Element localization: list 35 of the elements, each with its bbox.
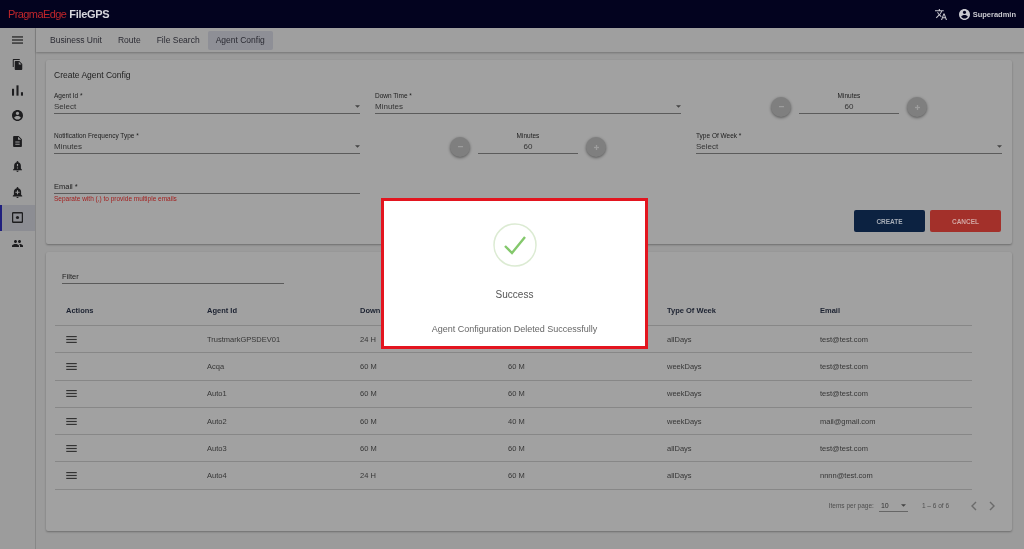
- dialog-message: Agent Configuration Deleted Successfully: [431, 323, 598, 335]
- tab[interactable]: Route: [109, 30, 149, 50]
- menu-icon[interactable]: [66, 335, 77, 343]
- check-circle-icon: [492, 223, 537, 267]
- dialog-title: Success: [495, 289, 534, 301]
- translate-icon[interactable]: [934, 8, 947, 20]
- plus-icon: [593, 144, 599, 150]
- menu-icon[interactable]: [66, 362, 77, 370]
- caret-icon: [676, 105, 681, 108]
- nav-item[interactable]: [0, 205, 35, 231]
- menu-icon[interactable]: [66, 444, 77, 452]
- tab[interactable]: File Search: [148, 30, 208, 50]
- caret-icon: [355, 105, 360, 108]
- people-icon: [12, 237, 23, 249]
- app-logo: PragmaEdge FileGPS: [8, 8, 110, 20]
- tab[interactable]: Agent Config: [207, 30, 273, 50]
- tab[interactable]: Business Unit: [42, 30, 110, 50]
- menu-icon[interactable]: [66, 417, 77, 425]
- caret-icon: [355, 145, 360, 148]
- menu-icon[interactable]: [66, 390, 77, 398]
- caret-icon: [997, 145, 1002, 148]
- documents-icon: [12, 59, 23, 71]
- menu-icon[interactable]: [66, 472, 77, 480]
- menu-icon[interactable]: [12, 36, 23, 44]
- bar-chart-icon: [12, 84, 23, 96]
- bell-alert-icon: [12, 161, 23, 173]
- account-icon: [958, 8, 970, 20]
- document-icon: [12, 135, 23, 147]
- chevron-right-icon: [989, 500, 995, 511]
- caret-icon: [900, 503, 906, 507]
- plus-icon: [914, 104, 920, 110]
- chevron-left-icon: [971, 500, 977, 511]
- account-icon: [12, 110, 23, 122]
- form-title: Create Agent Config: [54, 70, 132, 81]
- bell-plus-icon: [12, 186, 23, 198]
